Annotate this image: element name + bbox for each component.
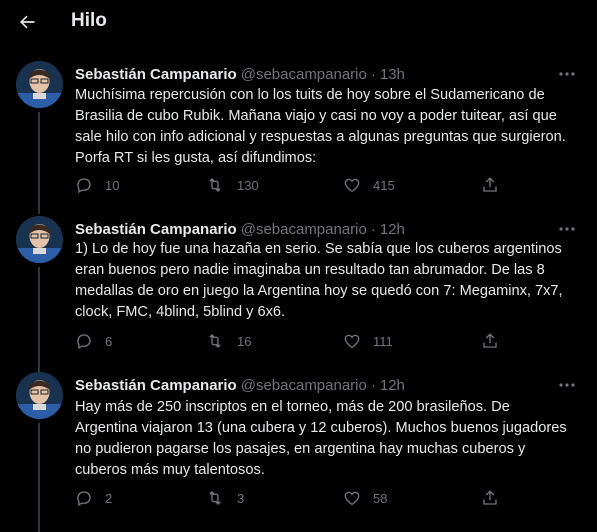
reply-button[interactable]: 10 — [75, 174, 119, 196]
author-name[interactable]: Sebastián Campanario — [75, 377, 237, 394]
share-icon — [483, 177, 497, 192]
reply-count: 6 — [105, 333, 113, 349]
thread-connector — [38, 267, 40, 375]
tweet-text: 1) Lo de hoy fue una hazaña en serio. Se… — [75, 241, 563, 320]
share-button[interactable] — [481, 487, 499, 509]
retweet-button[interactable]: 130 — [205, 174, 259, 196]
retweet-button[interactable]: 3 — [205, 487, 244, 509]
tweet-header: Sebastián Campanario @sebacampanario · 1… — [75, 375, 405, 395]
tweet-text: Muchísima repercusión con lo los tuits d… — [75, 87, 566, 166]
tweet-actions: 2 3 58 — [75, 487, 505, 509]
tweet[interactable]: Sebastián Campanario @sebacampanario · 1… — [0, 216, 597, 375]
author-name[interactable]: Sebastián Campanario — [75, 66, 237, 83]
share-button[interactable] — [481, 330, 499, 352]
author-name[interactable]: Sebastián Campanario — [75, 221, 237, 238]
tweet-text: Hay más de 250 inscriptos en el torneo, … — [75, 399, 567, 478]
tweet-actions: 6 16 111 — [75, 330, 505, 352]
share-icon — [483, 333, 497, 348]
retweet-icon — [209, 334, 221, 348]
reply-icon — [77, 491, 91, 507]
like-button[interactable]: 111 — [343, 330, 393, 352]
like-count: 415 — [373, 177, 395, 193]
page-title: Hilo — [71, 10, 107, 31]
heart-icon — [344, 491, 360, 506]
reply-button[interactable]: 2 — [75, 487, 112, 509]
author-handle[interactable]: @sebacampanario — [241, 221, 367, 238]
tweet-header: Sebastián Campanario @sebacampanario · 1… — [75, 219, 405, 239]
more-button[interactable] — [555, 377, 579, 393]
arrow-left-icon — [20, 15, 35, 29]
reply-count: 10 — [105, 177, 120, 193]
like-count: 58 — [373, 490, 388, 506]
like-button[interactable]: 415 — [343, 174, 395, 196]
tweet-header: Sebastián Campanario @sebacampanario · 1… — [75, 64, 405, 84]
retweet-icon — [209, 491, 221, 505]
retweet-icon — [209, 178, 221, 192]
thread-connector — [38, 423, 40, 532]
reply-count: 2 — [105, 490, 113, 506]
thread-connector — [38, 112, 40, 214]
like-count: 111 — [373, 333, 393, 349]
share-icon — [483, 490, 497, 505]
share-button[interactable] — [481, 174, 499, 196]
more-dots-icon — [559, 72, 575, 76]
tweet-time[interactable]: 12h — [380, 377, 405, 394]
retweet-count: 3 — [237, 490, 245, 506]
reply-icon — [77, 334, 91, 350]
author-handle[interactable]: @sebacampanario — [241, 377, 367, 394]
avatar[interactable] — [16, 372, 63, 419]
separator-dot: · — [370, 220, 376, 238]
more-dots-icon — [559, 227, 575, 231]
avatar[interactable] — [16, 216, 63, 263]
author-handle[interactable]: @sebacampanario — [241, 66, 367, 83]
more-dots-icon — [559, 383, 575, 387]
more-button[interactable] — [555, 221, 579, 237]
back-button[interactable] — [14, 9, 40, 35]
tweet[interactable]: Sebastián Campanario @sebacampanario · 1… — [0, 372, 597, 532]
tweet-time[interactable]: 12h — [380, 221, 405, 238]
heart-icon — [344, 178, 360, 193]
heart-icon — [344, 334, 360, 349]
retweet-count: 130 — [237, 177, 259, 193]
reply-button[interactable]: 6 — [75, 330, 112, 352]
thread-header: Hilo — [0, 0, 597, 44]
like-button[interactable]: 58 — [343, 487, 387, 509]
more-button[interactable] — [555, 66, 579, 82]
separator-dot: · — [370, 376, 376, 394]
retweet-count: 16 — [237, 333, 252, 349]
separator-dot: · — [370, 65, 376, 83]
tweet[interactable]: Sebastián Campanario @sebacampanario · 1… — [0, 61, 597, 214]
tweet-actions: 10 130 415 — [75, 174, 505, 196]
tweet-time[interactable]: 13h — [380, 66, 405, 83]
avatar[interactable] — [16, 61, 63, 108]
reply-icon — [77, 178, 91, 194]
retweet-button[interactable]: 16 — [205, 330, 251, 352]
